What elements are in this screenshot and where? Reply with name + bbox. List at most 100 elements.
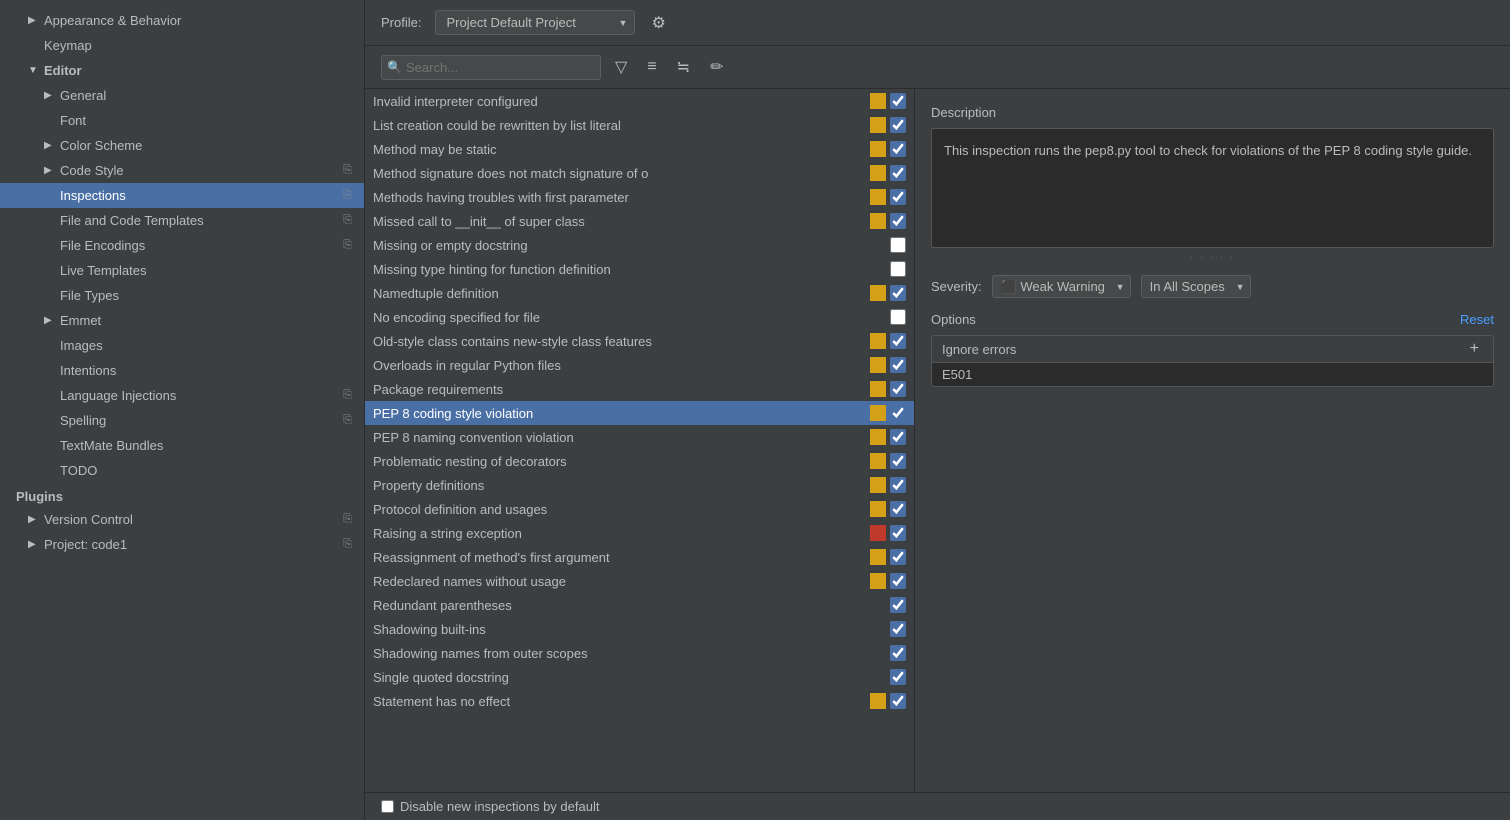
inspection-checkbox[interactable]: [890, 621, 906, 637]
inspection-checkbox[interactable]: [890, 261, 906, 277]
inspection-row[interactable]: Raising a string exception: [365, 521, 914, 545]
inspection-row[interactable]: PEP 8 naming convention violation: [365, 425, 914, 449]
inspection-checkbox[interactable]: [890, 477, 906, 493]
sidebar-item-font[interactable]: Font: [0, 108, 364, 133]
sidebar-item-spelling[interactable]: Spelling⎘: [0, 408, 364, 433]
sidebar-item-keymap[interactable]: Keymap: [0, 33, 364, 58]
inspection-checkbox[interactable]: [890, 237, 906, 253]
inspection-checkbox[interactable]: [890, 453, 906, 469]
inspection-checkbox[interactable]: [890, 333, 906, 349]
profile-bar: Profile: Project Default Project ⚙: [365, 0, 1510, 46]
content-area: Invalid interpreter configuredList creat…: [365, 89, 1510, 792]
expand-button[interactable]: ≡: [641, 55, 662, 79]
search-input[interactable]: [381, 55, 601, 80]
inspection-row[interactable]: List creation could be rewritten by list…: [365, 113, 914, 137]
inspection-row[interactable]: Package requirements: [365, 377, 914, 401]
inspection-checkbox[interactable]: [890, 189, 906, 205]
inspection-row[interactable]: Old-style class contains new-style class…: [365, 329, 914, 353]
inspection-row[interactable]: Shadowing built-ins: [365, 617, 914, 641]
sidebar-item-general[interactable]: ▶General: [0, 83, 364, 108]
filter-button[interactable]: ▽: [609, 54, 633, 80]
sidebar-item-file-types[interactable]: File Types: [0, 283, 364, 308]
inspection-row[interactable]: Redeclared names without usage: [365, 569, 914, 593]
inspection-row[interactable]: Namedtuple definition: [365, 281, 914, 305]
inspection-row[interactable]: Shadowing names from outer scopes: [365, 641, 914, 665]
severity-indicator: [870, 261, 886, 277]
inspection-checkbox[interactable]: [890, 285, 906, 301]
inspection-row[interactable]: Methods having troubles with first param…: [365, 185, 914, 209]
item-scope-icon: ⎘: [343, 239, 352, 252]
inspection-row[interactable]: Single quoted docstring: [365, 665, 914, 689]
sidebar-item-todo[interactable]: TODO: [0, 458, 364, 483]
inspection-row[interactable]: Method signature does not match signatur…: [365, 161, 914, 185]
inspection-checkbox[interactable]: [890, 357, 906, 373]
inspection-row[interactable]: Overloads in regular Python files: [365, 353, 914, 377]
inspection-checkbox[interactable]: [890, 381, 906, 397]
inspection-row[interactable]: Protocol definition and usages: [365, 497, 914, 521]
sidebar-item-color-scheme[interactable]: ▶Color Scheme: [0, 133, 364, 158]
sidebar-item-label: Editor: [44, 63, 82, 78]
inspection-checkbox[interactable]: [890, 597, 906, 613]
inspection-checkbox[interactable]: [890, 501, 906, 517]
disable-inspections-checkbox[interactable]: [381, 800, 394, 813]
inspection-row[interactable]: Missed call to __init__ of super class: [365, 209, 914, 233]
inspection-row[interactable]: Missing type hinting for function defini…: [365, 257, 914, 281]
inspection-checkbox[interactable]: [890, 573, 906, 589]
inspection-row[interactable]: Invalid interpreter configured: [365, 89, 914, 113]
inspection-name: Reassignment of method's first argument: [373, 550, 870, 565]
profile-select[interactable]: Project Default Project: [435, 10, 635, 35]
sidebar-item-code-style[interactable]: ▶Code Style⎘: [0, 158, 364, 183]
inspection-name: Overloads in regular Python files: [373, 358, 870, 373]
add-button[interactable]: +: [1466, 340, 1483, 358]
sidebar-item-intentions[interactable]: Intentions: [0, 358, 364, 383]
right-panel: Description This inspection runs the pep…: [915, 89, 1510, 792]
sidebar-item-emmet[interactable]: ▶Emmet: [0, 308, 364, 333]
collapse-button[interactable]: ≒: [671, 54, 696, 80]
gear-button[interactable]: ⚙: [645, 11, 671, 35]
inspection-row[interactable]: PEP 8 coding style violation: [365, 401, 914, 425]
inspection-checkbox[interactable]: [890, 645, 906, 661]
inspection-row[interactable]: Redundant parentheses: [365, 593, 914, 617]
profile-dropdown-wrap[interactable]: Project Default Project: [435, 10, 635, 35]
inspection-checkbox[interactable]: [890, 429, 906, 445]
inspection-checkbox[interactable]: [890, 141, 906, 157]
inspection-checkbox[interactable]: [890, 213, 906, 229]
sidebar-item-version-control[interactable]: ▶Version Control⎘: [0, 507, 364, 532]
inspection-checkbox[interactable]: [890, 693, 906, 709]
sidebar-item-textmate-bundles[interactable]: TextMate Bundles: [0, 433, 364, 458]
sidebar-item-project--code1[interactable]: ▶Project: code1⎘: [0, 532, 364, 557]
inspection-row[interactable]: Property definitions: [365, 473, 914, 497]
sidebar-item-file-encodings[interactable]: File Encodings⎘: [0, 233, 364, 258]
sidebar-item-editor[interactable]: ▼Editor: [0, 58, 364, 83]
inspection-row[interactable]: Missing or empty docstring: [365, 233, 914, 257]
scope-select-wrap[interactable]: In All Scopes: [1141, 275, 1251, 298]
inspection-row[interactable]: Problematic nesting of decorators: [365, 449, 914, 473]
sidebar-item-label: Intentions: [60, 363, 116, 378]
inspection-checkbox[interactable]: [890, 93, 906, 109]
severity-select[interactable]: ⬛ Weak Warning: [992, 275, 1131, 298]
inspection-row[interactable]: Reassignment of method's first argument: [365, 545, 914, 569]
clear-button[interactable]: ✏: [704, 54, 729, 80]
sidebar-item-appearance---behavior[interactable]: ▶Appearance & Behavior: [0, 8, 364, 33]
sidebar-item-language-injections[interactable]: Language Injections⎘: [0, 383, 364, 408]
inspection-checkbox[interactable]: [890, 117, 906, 133]
reset-link[interactable]: Reset: [1460, 312, 1494, 327]
sidebar-item-images[interactable]: Images: [0, 333, 364, 358]
sidebar-item-file-and-code-templates[interactable]: File and Code Templates⎘: [0, 208, 364, 233]
inspection-checkbox[interactable]: [890, 165, 906, 181]
sidebar-item-label: Font: [60, 113, 86, 128]
inspection-checkbox[interactable]: [890, 405, 906, 421]
sidebar-item-live-templates[interactable]: Live Templates: [0, 258, 364, 283]
sidebar-item-inspections[interactable]: Inspections⎘: [0, 183, 364, 208]
inspection-checkbox[interactable]: [890, 549, 906, 565]
inspection-row[interactable]: Method may be static: [365, 137, 914, 161]
sidebar-item-label: Keymap: [44, 38, 92, 53]
inspection-row[interactable]: No encoding specified for file: [365, 305, 914, 329]
inspection-checkbox[interactable]: [890, 309, 906, 325]
inspection-checkbox[interactable]: [890, 525, 906, 541]
inspection-row[interactable]: Statement has no effect: [365, 689, 914, 713]
inspection-checkbox[interactable]: [890, 669, 906, 685]
scope-select[interactable]: In All Scopes: [1141, 275, 1251, 298]
item-scope-icon: ⎘: [343, 414, 352, 427]
severity-select-wrap[interactable]: ⬛ Weak Warning: [992, 275, 1131, 298]
